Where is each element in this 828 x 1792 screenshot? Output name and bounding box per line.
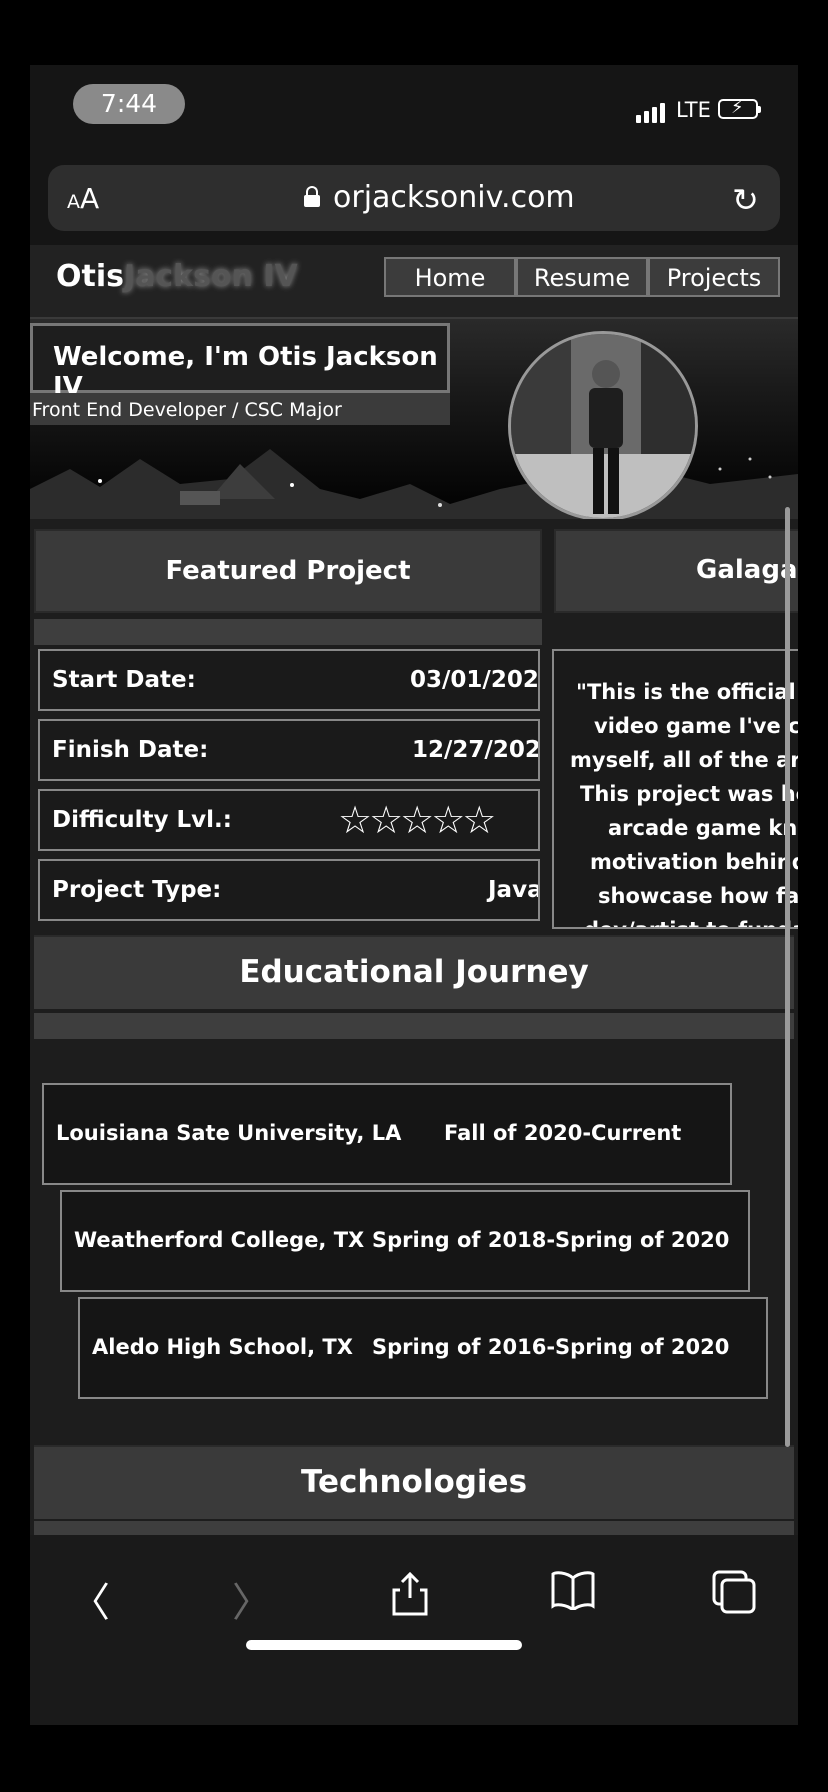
project-type-row: Project Type: Java [38, 859, 540, 921]
school-dates: Fall of 2020-Current [444, 1121, 682, 1145]
difficulty-label: Difficulty Lvl.: [52, 807, 232, 833]
project-description: "This is the official f video game I've … [552, 649, 798, 929]
logo-first: Otis [56, 259, 124, 294]
project-type-value: Java [488, 877, 540, 903]
web-page: OtisJackson IV Home Resume Projects Welc… [30, 245, 798, 1535]
education-item: Weatherford College, TX Spring of 2018-S… [60, 1190, 750, 1292]
profile-photo [508, 331, 698, 519]
description-line: dev/artist to funda [584, 913, 798, 927]
page-scrollbar[interactable] [785, 507, 790, 1447]
browser-address-bar: AA orjacksoniv.com ↻ [30, 155, 798, 245]
difficulty-row: Difficulty Lvl.: ☆☆☆☆☆ [38, 789, 540, 851]
status-bar: 7:44 LTE ⚡ [30, 65, 798, 155]
description-line: This project was hea [580, 782, 798, 806]
technologies-heading: Technologies [34, 1445, 794, 1519]
project-type-label: Project Type: [52, 877, 222, 903]
nav-projects[interactable]: Projects [648, 257, 780, 297]
finish-date-value: 12/27/202 [412, 737, 540, 763]
logo-rest: Jackson IV [123, 259, 298, 294]
divider-bar [34, 1013, 794, 1039]
project-title: Galaga V [554, 529, 798, 613]
url-text[interactable]: orjacksoniv.com [333, 180, 575, 215]
tabs-icon[interactable] [712, 1570, 756, 1624]
site-logo[interactable]: OtisJackson IV [56, 259, 298, 294]
finish-date-label: Finish Date: [52, 737, 209, 763]
share-icon[interactable] [390, 1570, 430, 1626]
site-header: OtisJackson IV Home Resume Projects [30, 245, 798, 319]
difficulty-stars: ☆☆☆☆☆ [338, 798, 496, 842]
status-time: 7:44 [73, 84, 185, 124]
bookmarks-icon[interactable] [550, 1570, 596, 1620]
start-date-row: Start Date: 03/01/202 [38, 649, 540, 711]
description-line: video game I've co [594, 714, 798, 738]
finish-date-row: Finish Date: 12/27/202 [38, 719, 540, 781]
hero-banner: Welcome, I'm Otis Jackson IV Front End D… [30, 319, 798, 519]
home-indicator[interactable] [246, 1640, 522, 1650]
phone-screen: 7:44 LTE ⚡ AA orjacksoniv.com ↻ OtisJack… [30, 65, 798, 1725]
description-line: myself, all of the art [570, 748, 798, 772]
school-name: Aledo High School, TX [92, 1335, 353, 1359]
welcome-heading: Welcome, I'm Otis Jackson IV [30, 323, 450, 402]
education-item: Aledo High School, TX Spring of 2016-Spr… [78, 1297, 768, 1399]
divider-bar [34, 1521, 794, 1535]
browser-toolbar: 〈 〉 [30, 1535, 798, 1725]
url-field[interactable]: AA orjacksoniv.com ↻ [48, 165, 780, 231]
lock-icon [304, 186, 320, 207]
featured-project-heading: Featured Project [34, 529, 542, 613]
description-line: "This is the official f [576, 680, 798, 704]
description-line: arcade game know [608, 816, 798, 840]
battery-icon: ⚡ [718, 97, 761, 119]
start-date-label: Start Date: [52, 667, 196, 693]
signal-icon [636, 101, 665, 123]
description-line: showcase how far [598, 884, 798, 908]
forward-icon[interactable]: 〉 [232, 1570, 272, 1628]
nav-home[interactable]: Home [384, 257, 516, 297]
back-icon[interactable]: 〈 [70, 1570, 110, 1628]
school-name: Weatherford College, TX [74, 1228, 365, 1252]
education-heading: Educational Journey [34, 935, 794, 1009]
network-label: LTE [676, 98, 711, 122]
start-date-value: 03/01/202 [410, 667, 539, 693]
school-dates: Spring of 2018-Spring of 2020 [372, 1228, 730, 1252]
reload-icon[interactable]: ↻ [732, 181, 759, 219]
nav-resume[interactable]: Resume [516, 257, 648, 297]
tagline: Front End Developer / CSC Major [30, 393, 450, 425]
school-name: Louisiana Sate University, LA [56, 1121, 402, 1145]
education-item: Louisiana Sate University, LA Fall of 20… [42, 1083, 732, 1185]
description-line: motivation behind t [590, 850, 798, 874]
reader-settings-button[interactable]: AA [67, 182, 99, 215]
divider-bar [34, 619, 542, 645]
school-dates: Spring of 2016-Spring of 2020 [372, 1335, 730, 1359]
